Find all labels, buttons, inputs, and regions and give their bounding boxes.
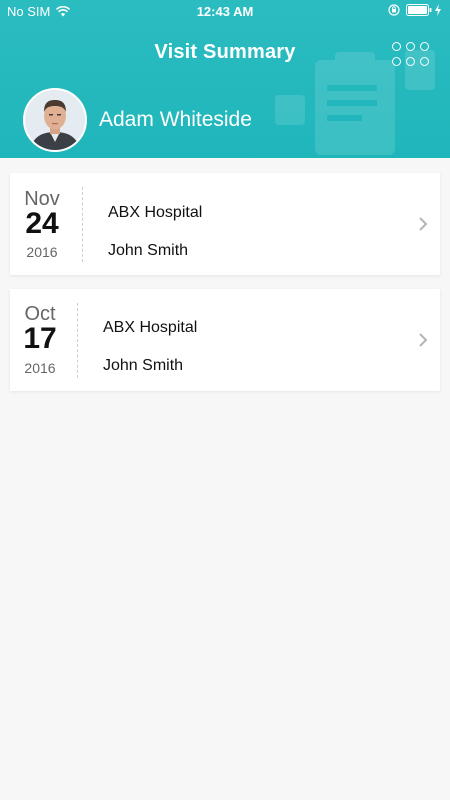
orientation-lock-icon: [388, 4, 400, 16]
visit-day: 17: [23, 322, 57, 355]
grid-dot: [392, 57, 401, 66]
user-name: Adam Whiteside: [99, 108, 252, 131]
clock-time: 12:43 AM: [196, 4, 254, 19]
grid-dot: [420, 42, 429, 51]
user-portrait-icon: [25, 90, 85, 150]
visit-day: 24: [25, 207, 59, 240]
grid-dot: [420, 57, 429, 66]
chevron-right-icon: [419, 217, 428, 231]
battery-icon: [406, 4, 432, 16]
visit-card[interactable]: Oct 17 2016 ABX Hospital John Smith: [10, 289, 440, 391]
visit-hospital: ABX Hospital: [108, 204, 203, 221]
date-divider: [82, 187, 83, 262]
visit-year: 2016: [26, 244, 58, 260]
grid-menu-button[interactable]: [392, 42, 430, 72]
charging-bolt-icon: [435, 4, 441, 16]
grid-dot: [406, 57, 415, 66]
grid-dot: [406, 42, 415, 51]
grid-dots-icon: [392, 42, 401, 51]
visit-card[interactable]: Nov 24 2016 ABX Hospital John Smith: [10, 173, 440, 275]
visit-hospital: ABX Hospital: [103, 319, 198, 336]
chevron-right-icon: [419, 333, 428, 347]
visit-year: 2016: [24, 360, 56, 376]
visit-doctor: John Smith: [108, 242, 189, 259]
page-title: Visit Summary: [154, 41, 296, 63]
header: No SIM 12:43 AM Visit Summary Adam White…: [0, 0, 450, 158]
visit-doctor: John Smith: [103, 357, 184, 374]
avatar[interactable]: [23, 88, 87, 152]
status-bar: No SIM 12:43 AM: [0, 0, 450, 24]
date-divider: [77, 303, 78, 378]
